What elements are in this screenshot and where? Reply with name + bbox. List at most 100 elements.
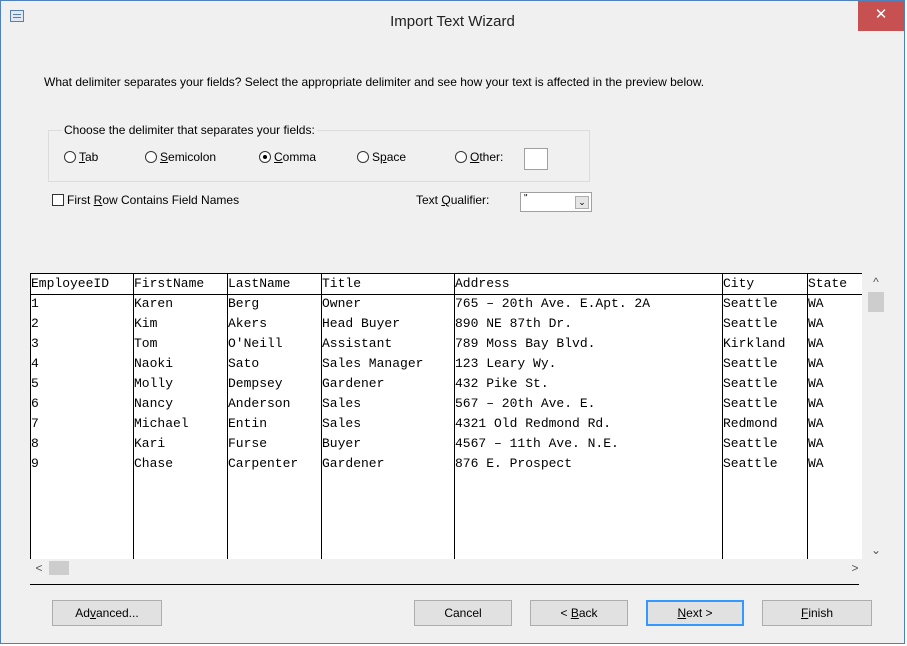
horizontal-scrollbar[interactable]: < > <box>30 559 864 577</box>
preview-column-header: Title <box>322 274 454 295</box>
vertical-scrollbar[interactable]: ^ ⌄ <box>864 273 888 559</box>
preview-cell: Carpenter <box>228 456 299 471</box>
preview-cell: Sales <box>322 416 362 431</box>
title-bar: Import Text Wizard ✕ <box>1 1 904 41</box>
preview-cell: Head Buyer <box>322 316 401 331</box>
advanced-button[interactable]: Advanced... <box>52 600 162 626</box>
preview-cell: 876 E. Prospect <box>455 456 573 471</box>
preview-cell: Kirkland <box>723 336 786 351</box>
preview-cell: Karen <box>134 296 174 311</box>
radio-space-label: Space <box>372 150 407 164</box>
radio-comma[interactable]: Comma <box>259 150 316 164</box>
preview-cell: WA <box>808 376 824 391</box>
preview-cell: 2 <box>31 316 39 331</box>
preview-cell: WA <box>808 336 824 351</box>
preview-cell: Seattle <box>723 356 778 371</box>
cancel-button[interactable]: Cancel <box>414 600 512 626</box>
preview-cell: Kim <box>134 316 158 331</box>
radio-other[interactable]: Other: <box>455 150 503 164</box>
back-button[interactable]: < Back <box>530 600 628 626</box>
horizontal-scroll-thumb[interactable] <box>49 561 69 575</box>
finish-button[interactable]: Finish <box>762 600 872 626</box>
preview-column[interactable]: City Seattle Seattle Kirkland Seattle Seattle… <box>723 274 808 559</box>
radio-button-icon <box>357 151 369 163</box>
preview-cell: Assistant <box>322 336 393 351</box>
preview-cell: 3 <box>31 336 39 351</box>
preview-column[interactable]: EmployeeID 1 2 3 4 5 6 7 8 9 <box>31 274 134 559</box>
preview-cell: Molly <box>134 376 174 391</box>
delimiter-question: What delimiter separates your fields? Se… <box>44 75 705 89</box>
preview-cell: 789 Moss Bay Blvd. <box>455 336 596 351</box>
other-delimiter-input[interactable] <box>524 148 548 170</box>
preview-column-header: City <box>723 274 807 295</box>
preview-cell: 4567 – 11th Ave. N.E. <box>455 436 619 451</box>
preview-cell: WA <box>808 416 824 431</box>
preview-cell: 1 <box>31 296 39 311</box>
preview-column[interactable]: Title Owner Head Buyer Assistant Sales Manag… <box>322 274 455 559</box>
radio-semicolon-label: Semicolon <box>160 150 217 164</box>
preview-column[interactable]: FirstName Karen Kim Tom Naoki Molly Nancy Micha… <box>134 274 228 559</box>
divider <box>30 584 859 585</box>
preview-column-header: FirstName <box>134 274 227 295</box>
radio-other-label: Other: <box>470 150 504 164</box>
scroll-left-arrow-icon[interactable]: < <box>30 559 48 577</box>
text-qualifier-value: " <box>524 193 528 204</box>
preview-cell: Sales <box>322 396 362 411</box>
preview-column[interactable]: Address 765 – 20th Ave. E.Apt. 2A 890 NE 8… <box>455 274 723 559</box>
radio-button-icon <box>259 151 271 163</box>
delimiter-groupbox <box>48 130 590 182</box>
preview-cell: Gardener <box>322 456 385 471</box>
data-preview-grid[interactable]: EmployeeID 1 2 3 4 5 6 7 8 9 FirstName Karen Kim Tom N… <box>30 273 862 559</box>
preview-cell: Seattle <box>723 456 778 471</box>
preview-cell: Owner <box>322 296 362 311</box>
text-qualifier-select[interactable]: " ⌄ <box>520 192 592 212</box>
preview-cell: Seattle <box>723 316 778 331</box>
preview-cell: 4321 Old Redmond Rd. <box>455 416 612 431</box>
chevron-down-icon[interactable]: ⌄ <box>575 196 589 209</box>
preview-cell: WA <box>808 396 824 411</box>
radio-space[interactable]: Space <box>357 150 406 164</box>
preview-cell: 123 Leary Wy. <box>455 356 557 371</box>
preview-cell: Akers <box>228 316 268 331</box>
radio-comma-label: Comma <box>274 150 317 164</box>
close-button[interactable]: ✕ <box>858 1 904 31</box>
preview-cell: WA <box>808 296 824 311</box>
scroll-down-arrow-icon[interactable]: ⌄ <box>864 541 888 559</box>
preview-cell: WA <box>808 356 824 371</box>
preview-cell: Seattle <box>723 296 778 311</box>
preview-cell: Naoki <box>134 356 174 371</box>
preview-cell: Furse <box>228 436 268 451</box>
preview-cell: O'Neill <box>228 336 283 351</box>
preview-column-header: State <box>808 274 862 295</box>
preview-cell: 567 – 20th Ave. E. <box>455 396 596 411</box>
preview-cell: Sato <box>228 356 260 371</box>
scroll-right-arrow-icon[interactable]: > <box>846 559 864 577</box>
next-button[interactable]: Next > <box>646 600 744 626</box>
preview-column[interactable]: State WA WA WA WA WA WA WA WA WA <box>808 274 862 559</box>
vertical-scroll-thumb[interactable] <box>868 292 884 312</box>
radio-semicolon[interactable]: Semicolon <box>145 150 216 164</box>
preview-cell: Nancy <box>134 396 174 411</box>
preview-cell: 7 <box>31 416 39 431</box>
preview-cell: Tom <box>134 336 158 351</box>
preview-cell: Redmond <box>723 416 778 431</box>
first-row-field-names-checkbox[interactable]: First Row Contains Field Names <box>52 193 239 207</box>
scroll-up-arrow-icon[interactable]: ^ <box>864 273 888 291</box>
preview-cell: 4 <box>31 356 39 371</box>
preview-cell: Michael <box>134 416 189 431</box>
preview-cell: Kari <box>134 436 166 451</box>
preview-cell: WA <box>808 436 824 451</box>
preview-column[interactable]: LastName Berg Akers O'Neill Sato Dempsey Ander… <box>228 274 322 559</box>
first-row-field-names-label: First Row Contains Field Names <box>67 193 240 207</box>
preview-cell: Entin <box>228 416 268 431</box>
preview-cell: 765 – 20th Ave. E.Apt. 2A <box>455 296 651 311</box>
text-qualifier-label: Text Qualifier: <box>416 193 490 207</box>
preview-cell: Sales Manager <box>322 356 424 371</box>
radio-button-icon <box>455 151 467 163</box>
radio-button-icon <box>145 151 157 163</box>
preview-cell: Chase <box>134 456 174 471</box>
preview-cell: Seattle <box>723 396 778 411</box>
window-title: Import Text Wizard <box>390 13 515 30</box>
preview-cell: 432 Pike St. <box>455 376 549 391</box>
radio-tab[interactable]: Tab <box>64 150 98 164</box>
